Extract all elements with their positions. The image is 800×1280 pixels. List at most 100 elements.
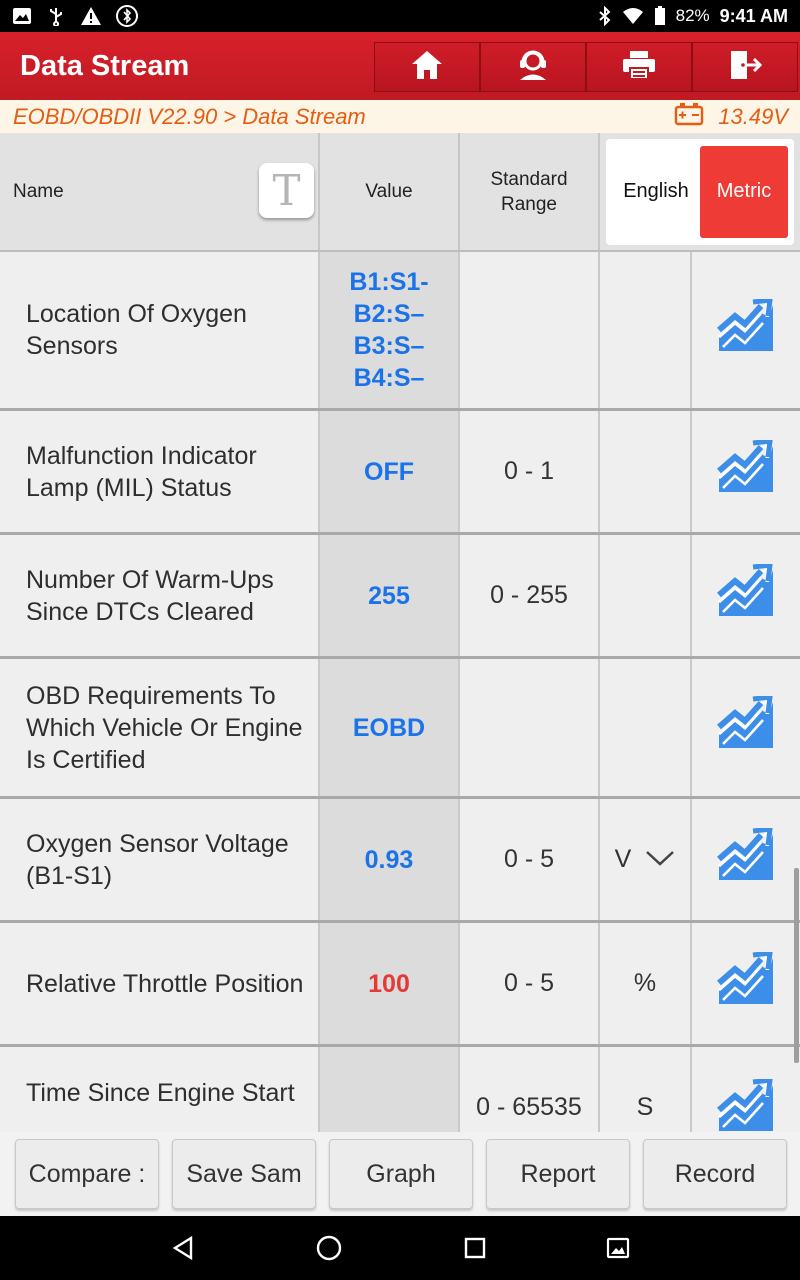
- record-button[interactable]: Record: [643, 1139, 787, 1209]
- row-unit: %: [600, 923, 692, 1044]
- support-icon: [515, 49, 551, 86]
- graph-button[interactable]: [692, 535, 800, 656]
- english-unit-option[interactable]: English: [612, 146, 700, 238]
- chevron-down-icon: [645, 845, 675, 874]
- metric-unit-option[interactable]: Metric: [700, 145, 788, 238]
- font-size-button[interactable]: T: [259, 163, 314, 218]
- print-icon: [621, 49, 657, 86]
- row-name: OBD Requirements To Which Vehicle Or Eng…: [0, 659, 320, 796]
- row-value: 100: [320, 923, 460, 1044]
- graph-button[interactable]: [692, 1047, 800, 1132]
- row-value: OFF: [320, 411, 460, 532]
- unit-toggle-cell: English Metric: [600, 133, 800, 250]
- row-name: Location Of Oxygen Sensors: [0, 252, 320, 408]
- row-value: B1:S1- B2:S– B3:S– B4:S–: [320, 252, 460, 408]
- row-value: [320, 1047, 460, 1132]
- row-name: Relative Throttle Position: [0, 923, 320, 1044]
- compare-button[interactable]: Compare :: [15, 1139, 159, 1209]
- system-nav-bar: [0, 1216, 800, 1280]
- app-bar: Data Stream: [0, 32, 800, 100]
- row-range: 0 - 1: [460, 411, 600, 532]
- row-unit: [600, 252, 692, 408]
- graph-button[interactable]: [692, 252, 800, 408]
- row-name: Number Of Warm-Ups Since DTCs Cleared: [0, 535, 320, 656]
- battery-voltage: 13.49V: [718, 103, 788, 129]
- row-value: 255: [320, 535, 460, 656]
- toolbar: [374, 42, 798, 94]
- table-row[interactable]: Oxygen Sensor Voltage (B1-S1) 0.93 0 - 5…: [0, 799, 800, 923]
- exit-button[interactable]: [692, 42, 798, 92]
- trend-chart-icon: [717, 562, 775, 627]
- row-name: Time Since Engine Start: [0, 1047, 320, 1132]
- bluetooth-icon: [116, 5, 138, 27]
- trend-chart-icon: [717, 296, 775, 362]
- table-header: Name T Value Standard Range English Metr…: [0, 133, 800, 252]
- home-button[interactable]: [374, 42, 480, 92]
- row-unit: [600, 411, 692, 532]
- graph-button[interactable]: [692, 923, 800, 1044]
- battery-percent: 82%: [675, 6, 710, 25]
- row-range: [460, 252, 600, 408]
- save-sample-button[interactable]: Save Sam: [172, 1139, 316, 1209]
- trend-chart-icon: [717, 950, 775, 1015]
- clock: 9:41 AM: [719, 5, 788, 26]
- status-bar: 82% 9:41 AM: [0, 0, 800, 32]
- trend-chart-icon: [717, 826, 775, 891]
- graph-button[interactable]: [692, 411, 800, 532]
- breadcrumb: EOBD/OBDII V22.90 > Data Stream 13.49V: [0, 100, 800, 133]
- unit-dropdown-label: V: [614, 845, 632, 873]
- row-range: 0 - 5: [460, 799, 600, 920]
- home-nav-button[interactable]: [315, 1234, 343, 1262]
- graph-button[interactable]: [692, 659, 800, 796]
- unit-toggle: English Metric: [606, 138, 794, 245]
- table-row[interactable]: Location Of Oxygen Sensors B1:S1- B2:S– …: [0, 252, 800, 411]
- screenshot-button[interactable]: [606, 1236, 630, 1260]
- row-range: 0 - 5: [460, 923, 600, 1044]
- image-icon: [12, 7, 32, 25]
- usb-icon: [46, 6, 66, 26]
- support-button[interactable]: [480, 42, 586, 92]
- data-stream-table[interactable]: Location Of Oxygen Sensors B1:S1- B2:S– …: [0, 252, 800, 1132]
- trend-chart-icon: [717, 694, 775, 759]
- table-row[interactable]: Time Since Engine Start 0 - 65535 S: [0, 1047, 800, 1132]
- scrollbar[interactable]: [794, 868, 799, 1063]
- column-header-standard-range: Standard Range: [460, 133, 600, 250]
- row-name: Oxygen Sensor Voltage (B1-S1): [0, 799, 320, 920]
- column-header-value: Value: [320, 133, 460, 250]
- action-bar: Compare : Save Sam Graph Report Record: [0, 1132, 800, 1216]
- page-title: Data Stream: [20, 49, 190, 82]
- warning-icon: [80, 6, 102, 26]
- unit-dropdown[interactable]: V: [600, 799, 692, 920]
- recents-button[interactable]: [463, 1236, 487, 1260]
- column-header-range-label: Standard Range: [490, 168, 568, 215]
- row-unit: [600, 659, 692, 796]
- back-button[interactable]: [170, 1235, 196, 1261]
- circle-home-icon: [317, 1235, 342, 1261]
- wifi-icon: [622, 7, 644, 25]
- battery-icon: [654, 6, 666, 26]
- table-row[interactable]: Malfunction Indicator Lamp (MIL) Status …: [0, 411, 800, 535]
- column-header-name: Name T: [0, 133, 320, 250]
- row-unit: [600, 535, 692, 656]
- print-button[interactable]: [586, 42, 692, 92]
- table-row[interactable]: Relative Throttle Position 100 0 - 5 %: [0, 923, 800, 1047]
- breadcrumb-path: EOBD/OBDII V22.90 > Data Stream: [13, 103, 366, 129]
- row-name: Malfunction Indicator Lamp (MIL) Status: [0, 411, 320, 532]
- row-range: [460, 659, 600, 796]
- table-row[interactable]: Number Of Warm-Ups Since DTCs Cleared 25…: [0, 535, 800, 659]
- battery-icon: [674, 102, 704, 131]
- exit-icon: [727, 49, 763, 86]
- home-icon: [410, 49, 444, 86]
- table-row[interactable]: OBD Requirements To Which Vehicle Or Eng…: [0, 659, 800, 799]
- square-recents-icon: [464, 1237, 485, 1259]
- row-range: 0 - 255: [460, 535, 600, 656]
- row-unit: S: [600, 1047, 692, 1132]
- bluetooth-icon: [598, 6, 612, 26]
- row-value: 0.93: [320, 799, 460, 920]
- report-button[interactable]: Report: [486, 1139, 630, 1209]
- graph-button[interactable]: [692, 799, 800, 920]
- row-range: 0 - 65535: [460, 1047, 600, 1132]
- graph-view-button[interactable]: Graph: [329, 1139, 473, 1209]
- screenshot-icon: [607, 1237, 630, 1259]
- column-header-name-label: Name: [13, 181, 64, 202]
